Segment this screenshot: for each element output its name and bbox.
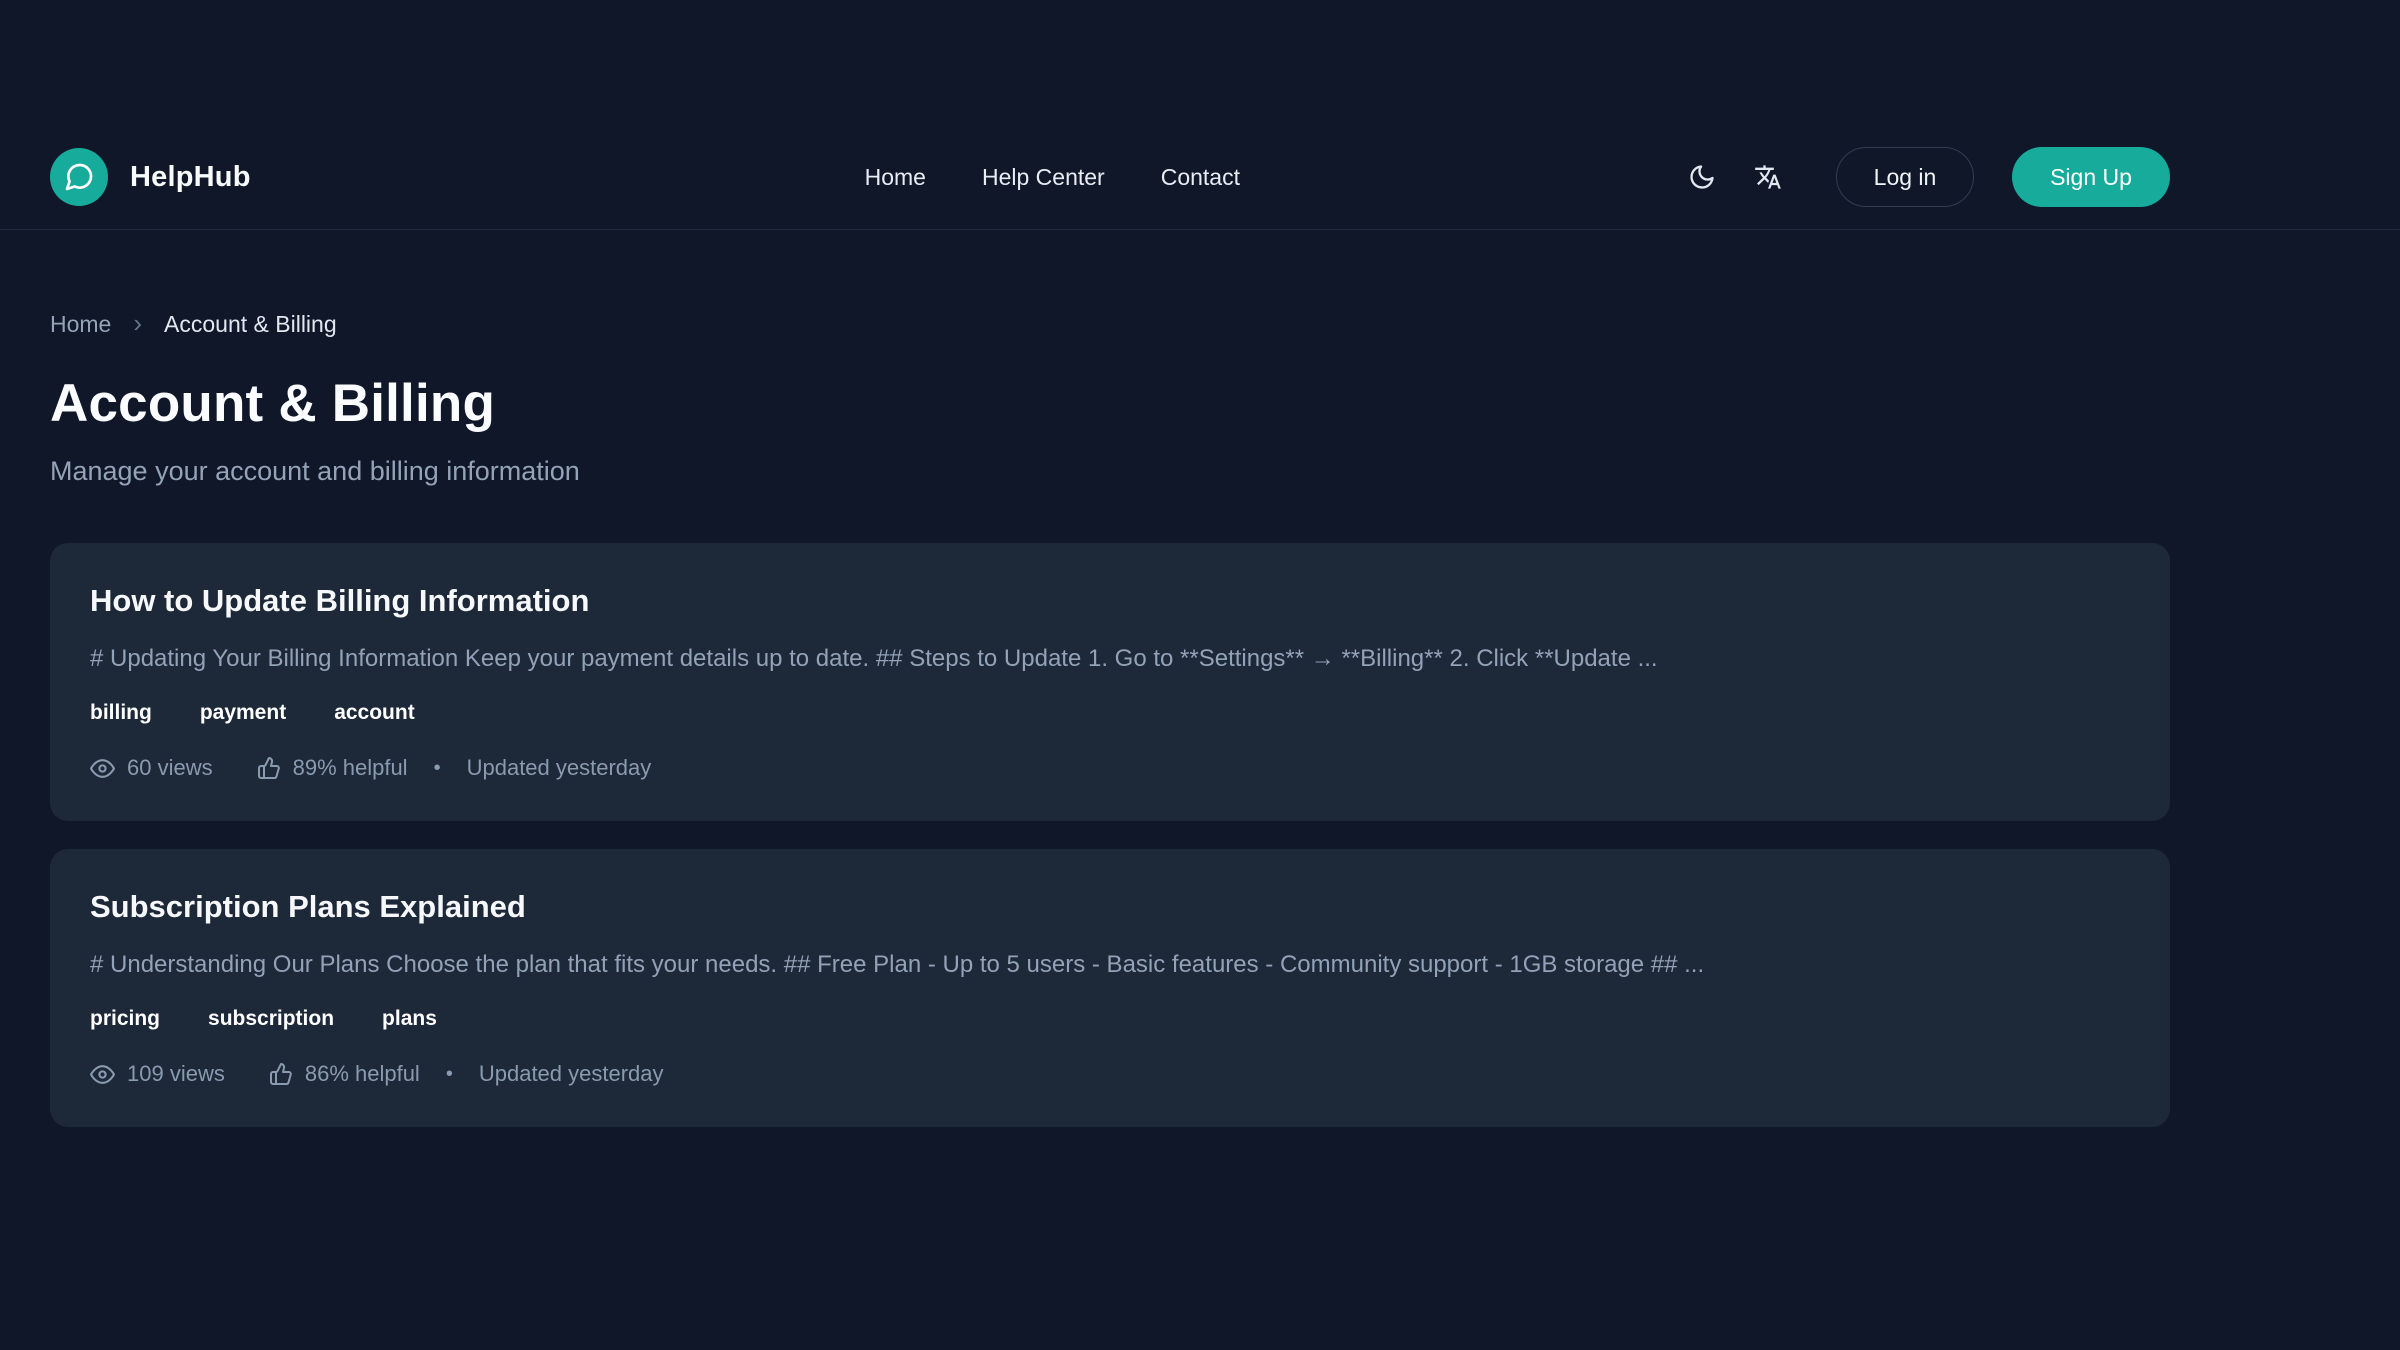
page-subtitle: Manage your account and billing informat… bbox=[50, 456, 2170, 487]
tag: account bbox=[334, 701, 415, 725]
tag: billing bbox=[90, 701, 152, 725]
chevron-right-icon: › bbox=[133, 310, 142, 339]
article-preview: # Understanding Our Plans Choose the pla… bbox=[90, 951, 2130, 979]
article-title: Subscription Plans Explained bbox=[90, 889, 2130, 925]
chat-bubble-icon bbox=[50, 148, 108, 206]
signup-button[interactable]: Sign Up bbox=[2012, 147, 2170, 207]
article-card-subscription-plans[interactable]: Subscription Plans Explained # Understan… bbox=[50, 849, 2170, 1127]
login-button[interactable]: Log in bbox=[1836, 147, 1974, 207]
helpful-stat: 89% helpful bbox=[257, 755, 408, 781]
breadcrumb-home-link[interactable]: Home bbox=[50, 311, 111, 338]
helpful-stat: 86% helpful bbox=[269, 1061, 420, 1087]
article-title: How to Update Billing Information bbox=[90, 583, 2130, 619]
views-count: 109 views bbox=[127, 1061, 225, 1087]
main-nav: Home Help Center Contact bbox=[865, 164, 1240, 191]
dot-separator: • bbox=[434, 1063, 465, 1086]
views-stat: 109 views bbox=[90, 1061, 225, 1087]
nav-link-help-center[interactable]: Help Center bbox=[982, 164, 1105, 191]
thumbs-up-icon bbox=[257, 756, 281, 780]
translate-icon bbox=[1754, 163, 1782, 191]
article-list: How to Update Billing Information # Upda… bbox=[50, 543, 2170, 1127]
views-count: 60 views bbox=[127, 755, 213, 781]
article-card-billing-info[interactable]: How to Update Billing Information # Upda… bbox=[50, 543, 2170, 821]
article-tags: billing payment account bbox=[90, 701, 2130, 725]
views-stat: 60 views bbox=[90, 755, 213, 781]
article-meta: 109 views 86% helpful • Updated yesterda… bbox=[90, 1061, 2130, 1087]
thumbs-up-icon bbox=[269, 1062, 293, 1086]
tag: plans bbox=[382, 1007, 437, 1031]
article-tags: pricing subscription plans bbox=[90, 1007, 2130, 1031]
page-title: Account & Billing bbox=[50, 373, 2170, 434]
moon-icon bbox=[1688, 163, 1716, 191]
updated-label: Updated yesterday bbox=[479, 1061, 664, 1087]
nav-link-contact[interactable]: Contact bbox=[1161, 164, 1240, 191]
article-preview: # Updating Your Billing Information Keep… bbox=[90, 645, 2130, 673]
language-switch-button[interactable] bbox=[1754, 163, 1782, 191]
tag: subscription bbox=[208, 1007, 334, 1031]
breadcrumb: Home › Account & Billing bbox=[50, 310, 2170, 339]
article-meta: 60 views 89% helpful • Updated yesterday bbox=[90, 755, 2130, 781]
brand-logo[interactable]: HelpHub bbox=[50, 148, 251, 206]
helpful-percent: 89% helpful bbox=[293, 755, 408, 781]
top-navbar: HelpHub Home Help Center Contact bbox=[0, 0, 2400, 230]
nav-link-home[interactable]: Home bbox=[865, 164, 926, 191]
tag: pricing bbox=[90, 1007, 160, 1031]
dot-separator: • bbox=[422, 757, 453, 780]
theme-toggle-button[interactable] bbox=[1688, 163, 1716, 191]
eye-icon bbox=[90, 1062, 115, 1087]
updated-label: Updated yesterday bbox=[467, 755, 652, 781]
brand-name: HelpHub bbox=[130, 161, 251, 194]
eye-icon bbox=[90, 756, 115, 781]
helpful-percent: 86% helpful bbox=[305, 1061, 420, 1087]
breadcrumb-current: Account & Billing bbox=[164, 311, 337, 338]
main-content: Home › Account & Billing Account & Billi… bbox=[50, 310, 2170, 1127]
tag: payment bbox=[200, 701, 286, 725]
